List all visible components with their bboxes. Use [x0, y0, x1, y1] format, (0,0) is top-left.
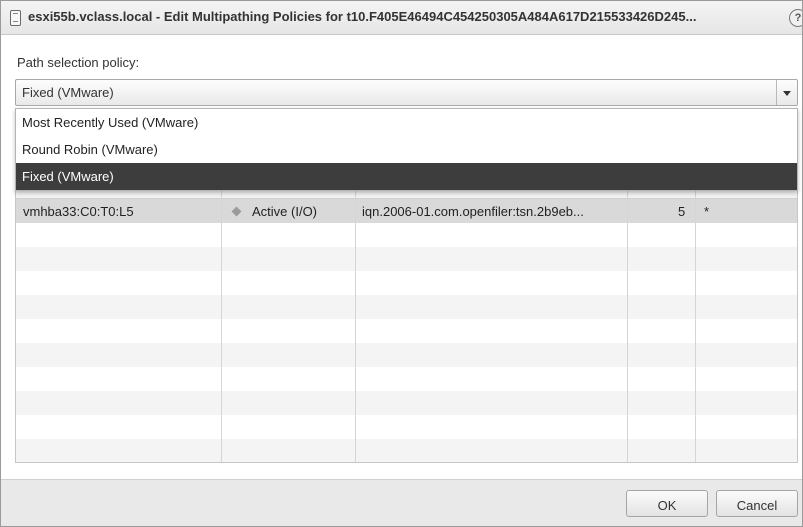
cell-preferred: *: [704, 204, 710, 219]
ok-button[interactable]: OK: [626, 490, 708, 517]
empty-row: [16, 343, 797, 367]
dialog-title: esxi55b.vclass.local - Edit Multipathing…: [28, 9, 697, 24]
column-separator[interactable]: [695, 162, 696, 462]
empty-row: [16, 295, 797, 319]
diamond-icon: [231, 206, 242, 217]
empty-row: [16, 319, 797, 343]
cell-target: iqn.2006-01.com.openfiler:tsn.2b9eb...: [362, 204, 584, 219]
column-separator[interactable]: [355, 162, 356, 462]
dropdown-option-label: Round Robin (VMware): [22, 142, 158, 157]
dropdown-option-label: Most Recently Used (VMware): [22, 115, 199, 130]
dropdown-option-most-recently-used[interactable]: Most Recently Used (VMware): [16, 109, 797, 136]
storage-device-icon: [10, 10, 21, 26]
dropdown-option-fixed[interactable]: Fixed (VMware): [16, 163, 797, 190]
policy-dropdown-list: Most Recently Used (VMware) Round Robin …: [15, 108, 798, 191]
dropdown-option-label: Fixed (VMware): [22, 169, 114, 184]
dropdown-option-round-robin[interactable]: Round Robin (VMware): [16, 136, 797, 163]
empty-row: [16, 391, 797, 415]
empty-row: [16, 223, 797, 247]
dialog-footer: OK Cancel: [1, 479, 802, 526]
edit-multipathing-dialog: esxi55b.vclass.local - Edit Multipathing…: [0, 0, 803, 527]
empty-row: [16, 367, 797, 391]
cancel-button[interactable]: Cancel: [716, 490, 798, 517]
paths-table: vmhba33:C0:T0:L5 Active (I/O) iqn.2006-0…: [15, 161, 798, 463]
help-icon[interactable]: ?: [789, 9, 802, 27]
path-selection-policy-label: Path selection policy:: [17, 55, 140, 70]
title-bar[interactable]: esxi55b.vclass.local - Edit Multipathing…: [1, 1, 802, 35]
cell-lun: 5: [678, 204, 686, 219]
chevron-down-icon[interactable]: [776, 80, 797, 105]
cell-runtime-name: vmhba33:C0:T0:L5: [23, 204, 134, 219]
column-separator[interactable]: [221, 162, 222, 462]
cell-status: Active (I/O): [252, 204, 318, 219]
table-row[interactable]: vmhba33:C0:T0:L5 Active (I/O) iqn.2006-0…: [16, 199, 797, 223]
empty-row: [16, 415, 797, 439]
empty-row: [16, 271, 797, 295]
column-separator[interactable]: [627, 162, 628, 462]
empty-row: [16, 247, 797, 271]
empty-row: [16, 439, 797, 462]
path-selection-policy-select[interactable]: Fixed (VMware): [15, 79, 798, 106]
select-current-value: Fixed (VMware): [22, 85, 114, 100]
